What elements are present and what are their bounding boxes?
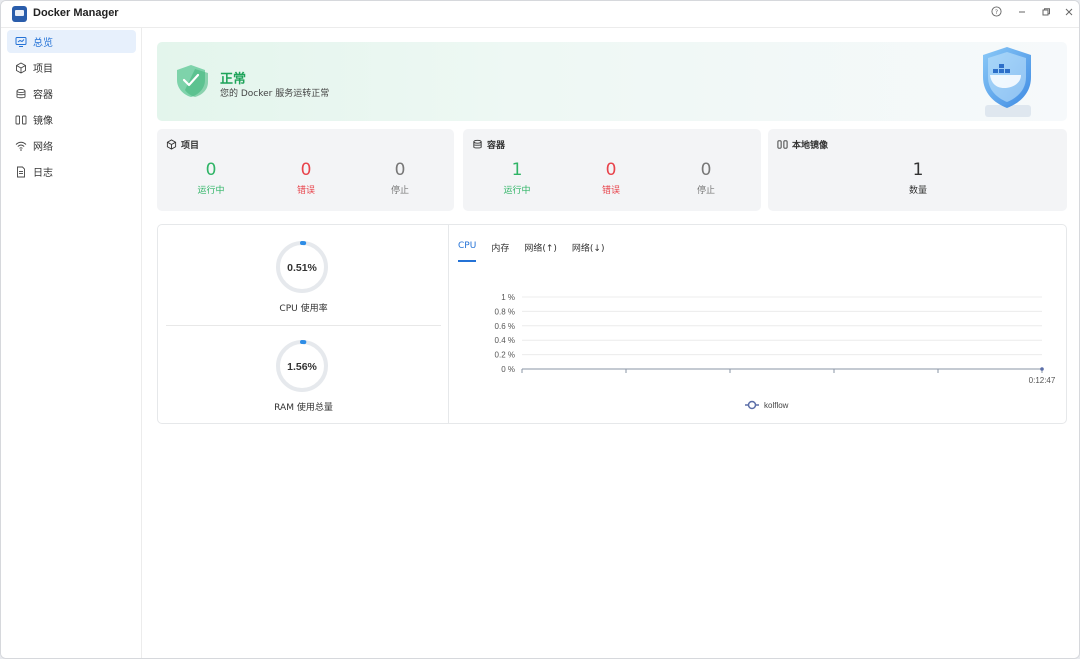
database-icon xyxy=(473,139,482,149)
images-card-header: 本地镜像 xyxy=(777,138,828,151)
stat-label: 运行中 xyxy=(503,186,531,196)
legend-label: kolflow xyxy=(764,401,789,410)
sidebar: 总览 项目 容器 镜像 网络 日志 xyxy=(1,28,142,658)
close-icon[interactable] xyxy=(1061,6,1077,22)
sidebar-item-network[interactable]: 网络 xyxy=(7,134,136,157)
projects-card-title: 项目 xyxy=(181,141,200,151)
y-tick-label: 0.8 % xyxy=(495,307,515,316)
containers-card: 容器 1 运行中 0 错误 0 停止 xyxy=(463,129,761,211)
sidebar-item-images[interactable]: 镜像 xyxy=(7,108,136,131)
app-title: Docker Manager xyxy=(33,7,119,19)
main-content: 正常 您的 Docker 服务运转正常 项目 0 运行中 0 错误 0 停止 容… xyxy=(142,28,1079,658)
cpu-line-chart: 1 % 0.8 % 0.6 % 0.4 % 0.2 % 0 % 0:12:47 kolflow xyxy=(495,293,1056,410)
tab-network-down[interactable]: 网络(↓) xyxy=(572,241,605,262)
ram-usage-value: 1.56% xyxy=(287,361,317,373)
y-tick-label: 0.6 % xyxy=(495,322,515,331)
ram-usage-gauge: 1.56% xyxy=(276,340,328,392)
status-title: 正常 xyxy=(220,72,247,87)
tab-network-up[interactable]: 网络(↑) xyxy=(524,241,557,262)
projects-error-stat[interactable]: 0 错误 xyxy=(266,160,346,196)
cube-icon xyxy=(166,139,177,150)
sidebar-item-logs[interactable]: 日志 xyxy=(7,160,136,183)
docker-logo-icon xyxy=(12,6,27,22)
y-tick-label: 0 % xyxy=(501,365,515,374)
containers-running-stat[interactable]: 1 运行中 xyxy=(477,160,557,196)
sidebar-item-projects[interactable]: 项目 xyxy=(7,56,136,79)
images-card: 本地镜像 1 数量 xyxy=(768,129,1067,211)
app-window: Docker Manager ? 总览 项目 容器 镜像 网络 日志 正常 您的… xyxy=(0,0,1080,659)
tab-cpu[interactable]: CPU xyxy=(458,241,477,262)
y-tick-label: 1 % xyxy=(501,293,515,302)
stat-value: 1 xyxy=(912,160,924,180)
y-tick-label: 0.4 % xyxy=(495,336,515,345)
columns-icon xyxy=(15,115,27,124)
sidebar-item-label: 总览 xyxy=(33,38,53,49)
stat-value: 0 xyxy=(300,160,312,180)
status-subtitle: 您的 Docker 服务运转正常 xyxy=(220,89,330,99)
containers-stopped-stat[interactable]: 0 停止 xyxy=(666,160,746,196)
stat-label: 运行中 xyxy=(197,186,225,196)
data-point xyxy=(1040,367,1044,371)
x-tick-label: 0:12:47 xyxy=(1029,376,1056,385)
containers-card-title: 容器 xyxy=(487,141,506,151)
projects-running-stat[interactable]: 0 运行中 xyxy=(171,160,251,196)
usage-panel: 0.51% CPU 使用率 1.56% RAM 使用总量 CPU 内存 网络(↑… xyxy=(157,224,1067,424)
minimize-icon[interactable] xyxy=(1014,6,1030,22)
metric-tabs: CPU 内存 网络(↑) 网络(↓) xyxy=(458,241,619,262)
sidebar-item-label: 镜像 xyxy=(33,116,53,127)
stat-label: 错误 xyxy=(296,186,315,196)
sidebar-item-label: 容器 xyxy=(33,90,53,101)
legend-marker xyxy=(747,400,757,410)
sidebar-item-overview[interactable]: 总览 xyxy=(7,30,136,53)
sidebar-item-label: 项目 xyxy=(33,64,53,75)
projects-card: 项目 0 运行中 0 错误 0 停止 xyxy=(157,129,454,211)
docker-shield-illustration-icon xyxy=(983,47,1031,117)
stat-label: 停止 xyxy=(696,186,715,196)
usage-gauges: 0.51% CPU 使用率 1.56% RAM 使用总量 xyxy=(158,225,449,423)
containers-error-stat[interactable]: 0 错误 xyxy=(571,160,651,196)
containers-card-header: 容器 xyxy=(472,138,505,151)
cube-icon xyxy=(16,61,26,74)
y-tick-label: 0.2 % xyxy=(495,351,515,360)
stat-value: 0 xyxy=(700,160,712,180)
sidebar-item-containers[interactable]: 容器 xyxy=(7,82,136,105)
cpu-usage-label: CPU 使用率 xyxy=(279,304,328,314)
stat-value: 0 xyxy=(205,160,217,180)
ram-usage-label: RAM 使用总量 xyxy=(274,403,333,413)
stat-label: 数量 xyxy=(908,186,927,196)
tab-memory[interactable]: 内存 xyxy=(491,241,509,262)
projects-card-header: 项目 xyxy=(166,138,199,151)
divider xyxy=(166,325,441,326)
sidebar-item-label: 网络 xyxy=(33,142,53,153)
monitor-icon xyxy=(15,36,27,47)
wifi-icon xyxy=(15,141,27,151)
help-icon[interactable]: ? xyxy=(988,6,1004,22)
title-bar: Docker Manager ? xyxy=(1,1,1079,28)
images-count-stat[interactable]: 1 数量 xyxy=(878,160,958,196)
stat-value: 0 xyxy=(394,160,406,180)
stat-label: 停止 xyxy=(390,186,409,196)
database-icon xyxy=(16,88,26,98)
stat-value: 0 xyxy=(605,160,617,180)
restore-icon[interactable] xyxy=(1038,6,1054,22)
stat-value: 1 xyxy=(511,160,523,180)
svg-text:?: ? xyxy=(994,8,997,16)
sidebar-item-label: 日志 xyxy=(33,168,53,179)
cpu-usage-gauge: 0.51% xyxy=(276,241,328,293)
projects-stopped-stat[interactable]: 0 停止 xyxy=(360,160,440,196)
columns-icon xyxy=(777,140,788,149)
shield-check-icon xyxy=(177,65,208,97)
stat-label: 错误 xyxy=(601,186,620,196)
document-icon xyxy=(17,166,25,177)
cpu-usage-value: 0.51% xyxy=(287,262,317,274)
status-banner: 正常 您的 Docker 服务运转正常 xyxy=(157,42,1067,121)
images-card-title: 本地镜像 xyxy=(792,141,829,151)
